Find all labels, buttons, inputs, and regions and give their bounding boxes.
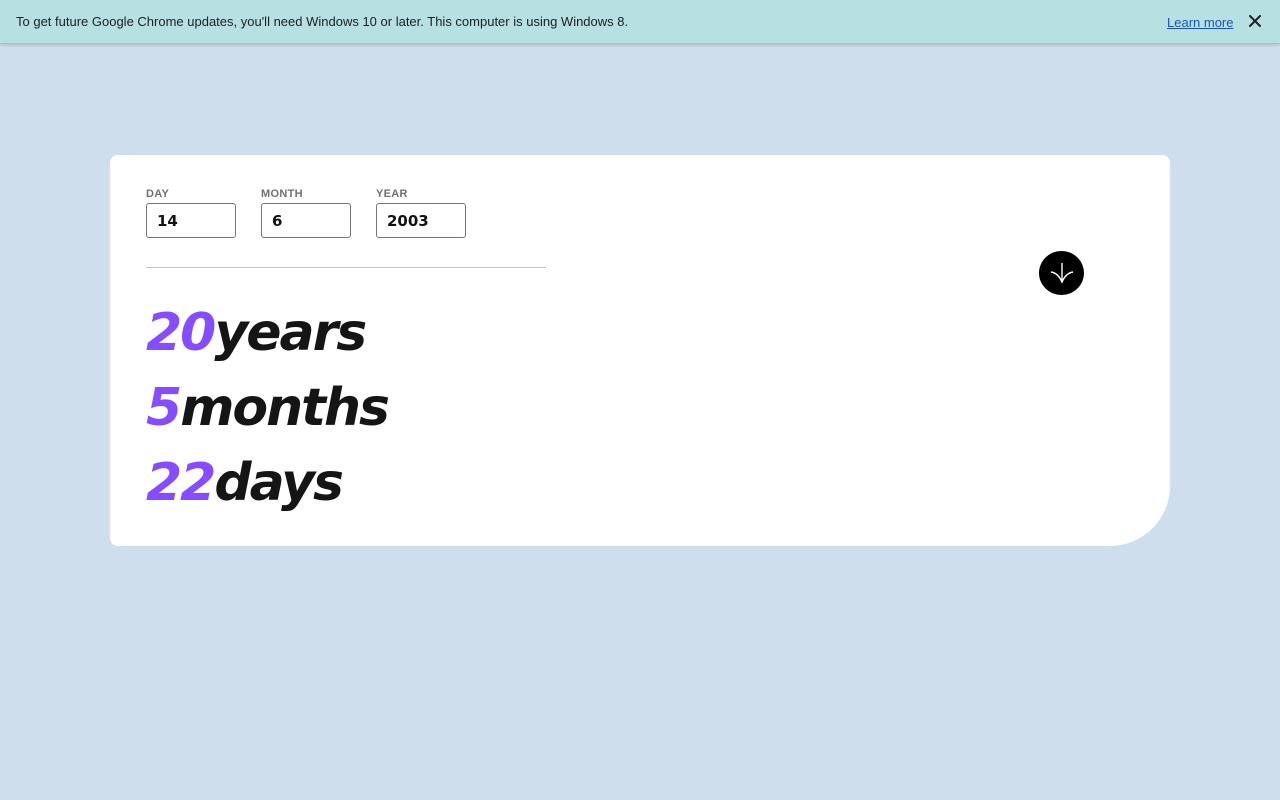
month-label: MONTH	[261, 188, 303, 200]
year-field: YEAR	[376, 188, 466, 238]
update-infobar: To get future Google Chrome updates, you…	[0, 0, 1280, 44]
close-icon[interactable]	[1245, 11, 1265, 31]
days-unit: days	[214, 453, 344, 513]
arrow-down-icon	[1050, 263, 1073, 284]
days-result: 22days	[146, 457, 344, 509]
months-value: 5	[146, 378, 182, 438]
submit-button[interactable]	[1039, 251, 1084, 295]
learn-more-link[interactable]: Learn more	[1167, 15, 1233, 30]
day-input[interactable]	[146, 203, 236, 238]
months-result: 5months	[146, 382, 390, 434]
months-unit: months	[180, 378, 390, 438]
year-input[interactable]	[376, 203, 466, 238]
years-unit: years	[214, 303, 367, 363]
divider	[146, 267, 546, 268]
month-field: MONTH	[261, 188, 351, 238]
day-field: DAY	[146, 188, 236, 238]
years-value: 20	[146, 303, 216, 363]
day-label: DAY	[146, 188, 170, 200]
days-value: 22	[146, 453, 216, 513]
age-calculator-card: DAY MONTH YEAR 20years 5months 22days	[110, 155, 1170, 546]
year-label: YEAR	[376, 188, 408, 200]
infobar-message: To get future Google Chrome updates, you…	[16, 14, 629, 29]
years-result: 20years	[146, 307, 367, 359]
month-input[interactable]	[261, 203, 351, 238]
